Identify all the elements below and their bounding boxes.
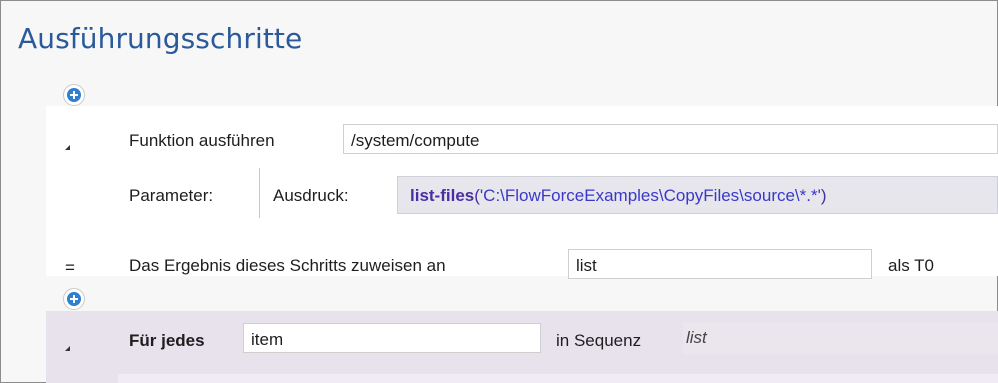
plus-circle-icon (67, 292, 81, 306)
assign-symbol: = (65, 258, 75, 277)
sequence-label: in Sequenz (556, 331, 642, 350)
parameter-divider (259, 168, 260, 218)
for-each-body (118, 374, 998, 383)
expression-field[interactable]: list-files('C:\FlowForceExamples\CopyFil… (397, 176, 998, 214)
expression-label: Ausdruck: (273, 186, 349, 205)
add-step-button-middle[interactable] (63, 288, 85, 310)
collapse-triangle-icon[interactable] (65, 145, 70, 150)
plus-circle-icon (67, 88, 81, 102)
assign-variable-input[interactable]: list (568, 249, 872, 279)
function-path-input[interactable]: /system/compute (343, 124, 998, 154)
collapse-triangle-icon[interactable] (65, 346, 70, 351)
parameter-label: Parameter: (129, 186, 214, 205)
expression-argument: 'C:\FlowForceExamples\CopyFiles\source\*… (479, 186, 821, 205)
sequence-field[interactable] (683, 322, 998, 354)
add-step-button-top[interactable] (63, 84, 85, 106)
sequence-value: list (686, 328, 707, 347)
execute-function-label: Funktion ausführen (129, 131, 275, 150)
for-each-label: Für jedes (129, 331, 205, 350)
assign-result-label: Das Ergebnis dieses Schritts zuweisen an (129, 256, 446, 275)
expression-close-paren: ) (820, 186, 827, 205)
for-each-item-input[interactable]: item (243, 323, 541, 353)
page-title: Ausführungsschritte (18, 22, 303, 55)
expression-function: list-files (410, 186, 475, 205)
assign-type-label: als T0 (888, 256, 934, 275)
